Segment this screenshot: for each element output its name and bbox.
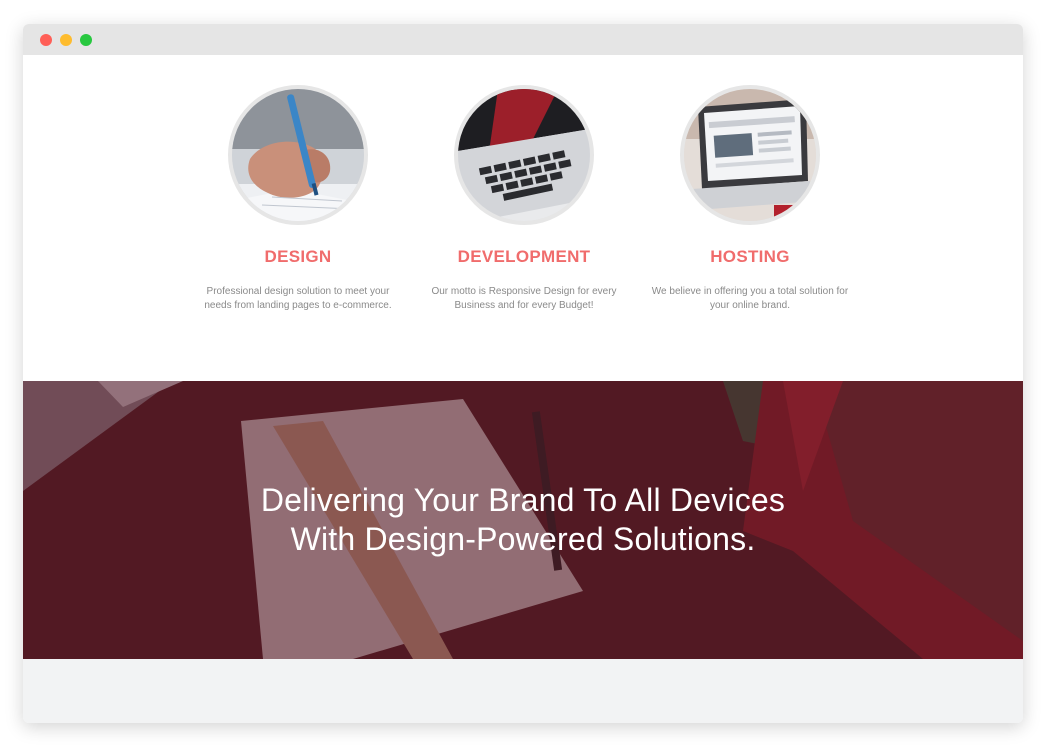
hosting-image — [680, 85, 820, 225]
maximize-window-button[interactable] — [80, 34, 92, 46]
browser-window: DESIGN Professional design solution to m… — [23, 24, 1023, 723]
window-titlebar — [23, 24, 1023, 55]
service-description-line: your online brand. — [709, 300, 791, 311]
service-description-line: Professional design solution to meet you… — [206, 286, 390, 297]
service-description-line: Business and for every Budget! — [454, 300, 594, 311]
service-development: DEVELOPMENT Our motto is Responsive Desi… — [414, 85, 634, 313]
hero-banner: Delivering Your Brand To All Devices Wit… — [23, 381, 1023, 659]
footer-strip — [23, 659, 1023, 723]
service-title: DESIGN — [264, 247, 332, 266]
close-window-button[interactable] — [40, 34, 52, 46]
hero-headline-line-2: With Design-Powered Solutions. — [290, 521, 756, 557]
hero-headline: Delivering Your Brand To All Devices Wit… — [23, 481, 1023, 559]
service-title: HOSTING — [710, 247, 790, 266]
service-title: DEVELOPMENT — [457, 247, 591, 266]
service-description-line: We believe in offering you a total solut… — [651, 286, 849, 297]
development-image — [454, 85, 594, 225]
service-description: Our motto is Responsive Design for every… — [419, 285, 629, 313]
service-description: Professional design solution to meet you… — [193, 285, 403, 313]
service-hosting: HOSTING We believe in offering you a tot… — [640, 85, 860, 313]
service-design: DESIGN Professional design solution to m… — [188, 85, 408, 313]
service-description-line: needs from landing pages to e-commerce. — [204, 300, 392, 311]
minimize-window-button[interactable] — [60, 34, 72, 46]
services-section: DESIGN Professional design solution to m… — [23, 55, 1023, 381]
design-image — [228, 85, 368, 225]
hero-headline-line-1: Delivering Your Brand To All Devices — [260, 482, 786, 518]
service-description: We believe in offering you a total solut… — [645, 285, 855, 313]
service-description-line: Our motto is Responsive Design for every — [431, 286, 617, 297]
